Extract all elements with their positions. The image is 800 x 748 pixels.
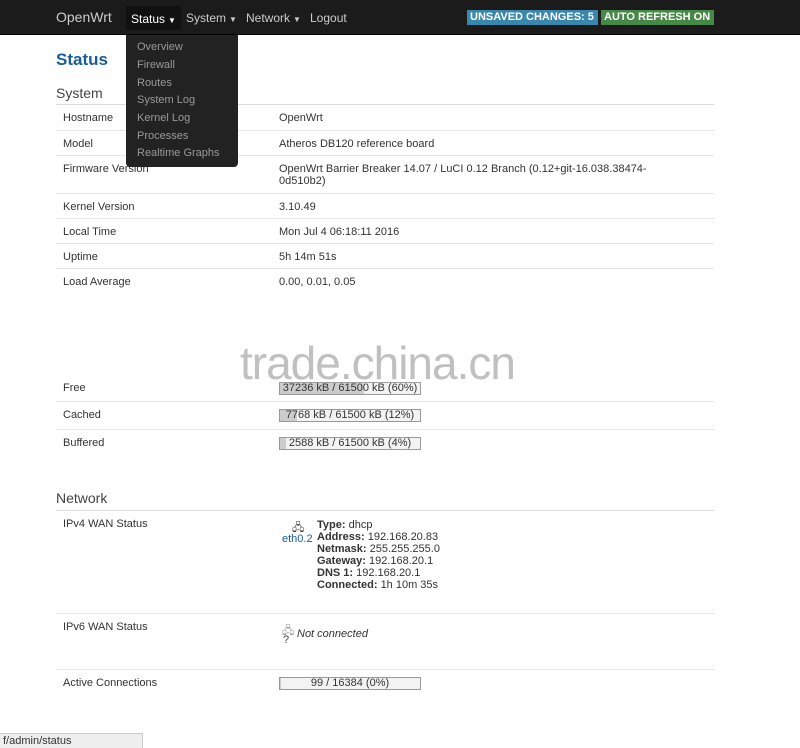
detail-value: 1h 10m 35s [380, 579, 439, 591]
nav-network-menu[interactable]: Network ▼ [246, 11, 301, 25]
progress-text: 2588 kB / 61500 kB (4%) [288, 437, 412, 449]
row-value: 0.00, 0.01, 0.05 [279, 276, 356, 288]
active-connections-progress-bar: 99 / 16384 (0%) [279, 677, 421, 690]
menu-item-overview[interactable]: Overview [137, 41, 183, 53]
table-row: IPv6 WAN Status 🖧 ? Not connected [56, 614, 714, 670]
detail-value: 192.168.20.1 [356, 567, 421, 579]
detail-key: Gateway: [317, 555, 366, 567]
section-title-system: System [56, 85, 103, 101]
detail-key: Netmask: [317, 543, 367, 555]
section-title-network: Network [56, 490, 108, 506]
row-label: IPv6 WAN Status [63, 621, 148, 633]
detail-value: dhcp [348, 519, 373, 531]
auto-refresh-badge[interactable]: AUTO REFRESH ON [601, 10, 714, 25]
detail-value: 192.168.20.83 [367, 531, 439, 543]
nav-status-label: Status [131, 12, 166, 26]
row-value: OpenWrt [279, 112, 323, 124]
detail-value: 255.255.255.0 [369, 543, 440, 555]
row-label: Model [63, 138, 93, 150]
menu-item-kernel-log[interactable]: Kernel Log [137, 112, 190, 124]
memory-buffered-progress-bar: 2588 kB / 61500 kB (4%) [279, 437, 421, 450]
table-row: Active Connections 99 / 16384 (0%) [56, 670, 714, 700]
ipv4-details: Type: dhcp Address: 192.168.20.83 Netmas… [317, 519, 440, 591]
row-label: Local Time [63, 226, 117, 238]
row-label: Active Connections [63, 677, 158, 689]
progress-text: 7768 kB / 61500 kB (12%) [285, 409, 415, 421]
row-label: Cached [63, 409, 101, 421]
table-row: IPv4 WAN Status 🖧 eth0.2 Type: dhcp Addr… [56, 511, 714, 614]
progress-text: 99 / 16384 (0%) [310, 677, 390, 689]
menu-item-system-log[interactable]: System Log [137, 94, 195, 106]
row-value: OpenWrt Barrier Breaker 14.07 / LuCI 0.1… [279, 163, 647, 187]
progress-fill [280, 438, 286, 449]
ipv6-status-text: Not connected [297, 628, 368, 640]
chevron-down-icon: ▼ [293, 15, 301, 24]
detail-key: Type: [317, 519, 346, 531]
row-label: Kernel Version [63, 201, 135, 213]
nav-status-menu[interactable]: Status ▼ [126, 6, 181, 30]
menu-item-processes[interactable]: Processes [137, 130, 188, 142]
table-row: Kernel Version 3.10.49 [56, 194, 714, 219]
top-navbar: OpenWrt Status ▼ System ▼ Network ▼ Logout … [0, 0, 800, 35]
detail-key: Connected: [317, 579, 378, 591]
row-label: Hostname [63, 112, 114, 124]
table-row: Buffered 2588 kB / 61500 kB (4%) [56, 430, 714, 458]
progress-fill [280, 678, 281, 689]
menu-item-realtime-graphs[interactable]: Realtime Graphs [137, 147, 220, 159]
page-title: Status [56, 50, 108, 69]
row-label: Uptime [63, 251, 98, 263]
status-dropdown-menu: Overview Firewall Routes System Log Kern… [126, 35, 238, 167]
detail-key: DNS 1: [317, 567, 354, 579]
detail-value: 192.168.20.1 [368, 555, 434, 567]
row-label: IPv4 WAN Status [63, 518, 148, 530]
row-value: Atheros DB120 reference board [279, 138, 435, 150]
table-row: Uptime 5h 14m 51s [56, 244, 714, 269]
row-label: Load Average [63, 276, 131, 288]
nav-system-menu[interactable]: System ▼ [186, 11, 237, 25]
table-row: Load Average 0.00, 0.01, 0.05 [56, 269, 714, 294]
nav-network-label: Network [246, 11, 291, 25]
table-row: Local Time Mon Jul 4 06:18:11 2016 [56, 219, 714, 244]
menu-item-routes[interactable]: Routes [137, 77, 172, 89]
menu-item-firewall[interactable]: Firewall [137, 59, 175, 71]
unknown-interface-mark: ? [283, 634, 290, 646]
chevron-down-icon: ▼ [229, 15, 237, 24]
interface-link-eth0-2[interactable]: eth0.2 [282, 533, 313, 545]
nav-system-label: System [186, 11, 227, 25]
row-value: Mon Jul 4 06:18:11 2016 [279, 226, 400, 238]
watermark: trade.china.cn [240, 337, 516, 389]
row-value: 3.10.49 [279, 201, 316, 213]
nav-logout[interactable]: Logout [310, 11, 347, 25]
unsaved-changes-badge[interactable]: UNSAVED CHANGES: 5 [467, 10, 598, 25]
memory-cached-progress-bar: 7768 kB / 61500 kB (12%) [279, 409, 421, 422]
row-label: Buffered [63, 437, 105, 449]
table-row: Cached 7768 kB / 61500 kB (12%) [56, 402, 714, 430]
brand-logo[interactable]: OpenWrt [56, 9, 112, 25]
detail-key: Address: [317, 531, 365, 543]
chevron-down-icon: ▼ [168, 16, 176, 25]
browser-status-url: f/admin/status [0, 733, 143, 748]
row-value: 5h 14m 51s [279, 251, 337, 263]
